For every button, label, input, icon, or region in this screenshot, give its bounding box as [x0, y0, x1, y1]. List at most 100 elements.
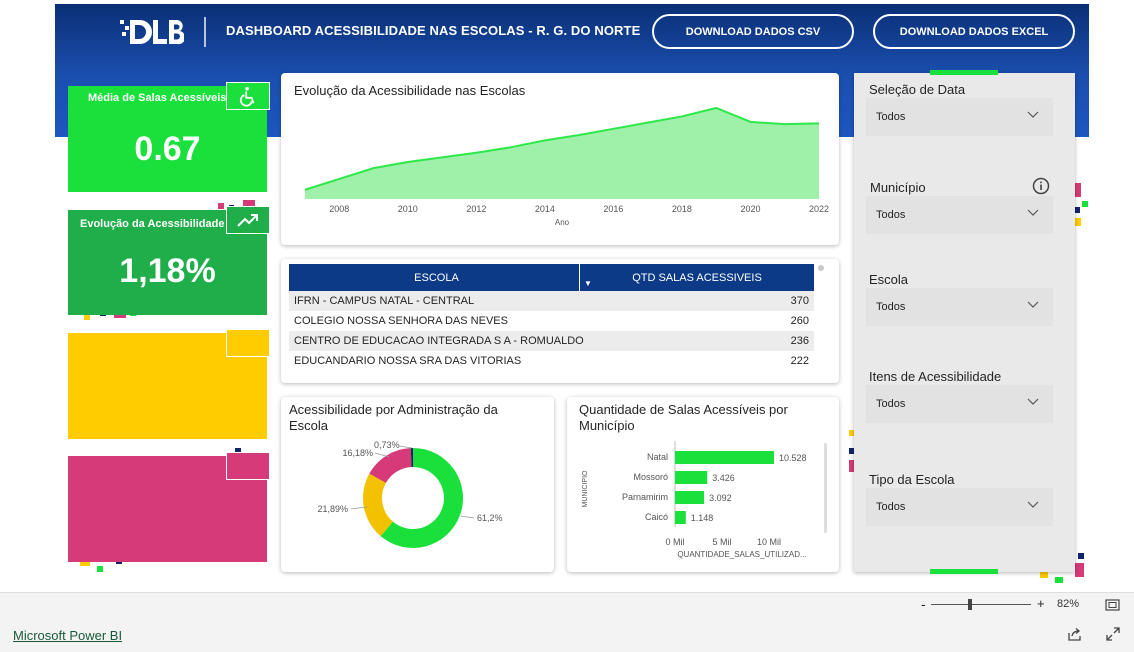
table-body: IFRN - CAMPUS NATAL - CENTRAL 370 COLEGIO…	[289, 291, 814, 371]
decor-square	[1055, 577, 1063, 583]
decor-square	[97, 566, 103, 572]
wheelchair-icon	[226, 82, 270, 110]
table-row[interactable]: CENTRO DE EDUCACAO INTEGRADA S A - ROMUA…	[289, 331, 814, 351]
slicer-value: Todos	[876, 398, 906, 410]
zoom-bar: - + 82%	[0, 592, 1134, 618]
cell-qtd: 222	[790, 355, 809, 367]
slicer-value: Todos	[876, 111, 906, 123]
slicer-value: Todos	[876, 301, 906, 313]
zoom-slider-track[interactable]	[931, 604, 1031, 605]
bar	[675, 451, 774, 464]
x-tick-label: 2022	[809, 204, 829, 214]
decor-square	[1082, 201, 1088, 207]
slicer-label-tipo: Tipo da Escola	[869, 472, 955, 487]
kpi-label: Média de Salas Acessíveis	[88, 92, 227, 104]
y-axis-label: MUNICIPIO	[582, 470, 589, 508]
col-header-escola[interactable]: ESCOLA	[289, 272, 579, 284]
table-header: ESCOLA QTD SALAS ACESSIVEIS ▼	[289, 264, 814, 291]
share-icon[interactable]	[1067, 627, 1082, 642]
category-label: Caicó	[645, 512, 668, 522]
cell-escola: EDUCANDARIO NOSSA SRA DAS VITORIAS	[294, 355, 522, 367]
leader-line	[374, 452, 390, 458]
decor-square	[1075, 183, 1081, 197]
chevron-down-icon	[1027, 398, 1039, 405]
kpi-value: 0.67	[134, 130, 201, 168]
slice-label: 0,73%	[374, 440, 400, 450]
cell-qtd: 370	[790, 295, 809, 307]
decor-square	[1075, 207, 1080, 213]
zoom-out-button[interactable]: -	[921, 596, 926, 612]
powerbi-bar: Microsoft Power BI	[0, 618, 1134, 652]
trending-up-icon	[226, 206, 270, 234]
decor-square	[1075, 563, 1084, 577]
slicer-dropdown-tipo[interactable]: Todos	[866, 488, 1053, 526]
x-tick-label: 2018	[672, 204, 692, 214]
donut-chart[interactable]: 61,2% 21,89% 16,18%0,73%	[281, 397, 554, 572]
category-label: Mossoró	[633, 472, 668, 482]
fullscreen-icon[interactable]	[1106, 627, 1120, 641]
x-tick-label: 2012	[466, 204, 486, 214]
bar	[675, 511, 686, 524]
slicer-dropdown-data[interactable]: Todos	[866, 98, 1053, 136]
kpi-value: 1,18%	[119, 252, 216, 290]
zoom-slider-thumb[interactable]	[968, 599, 972, 610]
bar-chart[interactable]: Natal 10.528 Mossoró 3.426 Parnamirim 3.092 Ca…	[567, 397, 839, 572]
slicer-label-municipio: Município	[870, 180, 926, 195]
line-chart[interactable]: 2008 2010 2012 2014 2016 2018 2020 2022 Ano	[281, 73, 839, 245]
info-icon[interactable]	[1032, 177, 1050, 195]
kpi-badge-pink	[226, 452, 270, 480]
slicer-dropdown-itens[interactable]: Todos	[866, 385, 1053, 423]
chevron-down-icon	[1027, 111, 1039, 118]
download-excel-button[interactable]: DOWNLOAD DADOS EXCEL	[873, 14, 1075, 49]
bar-value-label: 10.528	[779, 453, 807, 463]
bar	[675, 471, 708, 484]
area-fill	[305, 107, 819, 199]
chevron-down-icon	[1027, 501, 1039, 508]
decor-square	[1075, 218, 1081, 226]
sort-desc-icon: ▼	[584, 279, 592, 288]
donut-slice	[363, 473, 393, 537]
fit-to-page-icon[interactable]	[1105, 599, 1120, 611]
decor-square	[1078, 553, 1084, 559]
x-tick-label: 2016	[603, 204, 623, 214]
zoom-in-button[interactable]: +	[1037, 596, 1045, 611]
col-header-qtd[interactable]: QTD SALAS ACESSIVEIS ▼	[580, 264, 814, 291]
decor-square	[1040, 572, 1048, 578]
zoom-level: 82%	[1057, 598, 1080, 610]
bar-value-label: 1.148	[691, 513, 714, 523]
cell-escola: COLEGIO NOSSA SENHORA DAS NEVES	[294, 315, 508, 327]
dlb-logo	[120, 20, 184, 45]
download-csv-button[interactable]: DOWNLOAD DADOS CSV	[652, 14, 854, 49]
category-label: Natal	[647, 452, 668, 462]
leader-line	[398, 445, 413, 449]
cell-qtd: 260	[790, 315, 809, 327]
x-tick-label: 5 Mil	[712, 537, 731, 547]
col-header-qtd-label: QTD SALAS ACESSIVEIS	[632, 271, 762, 284]
table-row[interactable]: IFRN - CAMPUS NATAL - CENTRAL 370	[289, 291, 814, 311]
x-tick-label: 0 Mil	[665, 537, 684, 547]
panel-handle-top	[930, 70, 998, 75]
slice-label: 21,89%	[317, 504, 348, 514]
dashboard-title: DASHBOARD ACESSIBILIDADE NAS ESCOLAS - R…	[226, 23, 641, 38]
slicer-dropdown-municipio[interactable]: Todos	[866, 196, 1053, 234]
powerbi-link[interactable]: Microsoft Power BI	[13, 628, 122, 643]
kpi-label: Evolução da Acessibilidade	[80, 218, 225, 230]
slicer-dropdown-escola[interactable]: Todos	[866, 288, 1053, 326]
slice-label: 61,2%	[477, 513, 503, 523]
slicer-label-data: Seleção de Data	[869, 82, 966, 97]
bar-chart-scrollbar	[824, 443, 827, 533]
x-tick-label: 2010	[398, 204, 418, 214]
table-row[interactable]: COLEGIO NOSSA SENHORA DAS NEVES 260	[289, 311, 814, 331]
x-axis-label: QUANTIDADE_SALAS_UTILIZAD...	[677, 550, 806, 559]
bar-value-label: 3.092	[709, 493, 732, 503]
x-tick-label: 10 Mil	[757, 537, 781, 547]
table-row[interactable]: EDUCANDARIO NOSSA SRA DAS VITORIAS 222	[289, 351, 814, 371]
table-scrollbar[interactable]	[818, 265, 824, 271]
schools-table: ESCOLA QTD SALAS ACESSIVEIS ▼ IFRN - CAM…	[289, 264, 814, 371]
bar	[675, 491, 705, 504]
bar-value-label: 3.426	[712, 473, 735, 483]
panel-handle-bottom	[930, 569, 998, 574]
leader-line	[460, 515, 475, 519]
chevron-down-icon	[1027, 209, 1039, 216]
chevron-down-icon	[1027, 301, 1039, 308]
